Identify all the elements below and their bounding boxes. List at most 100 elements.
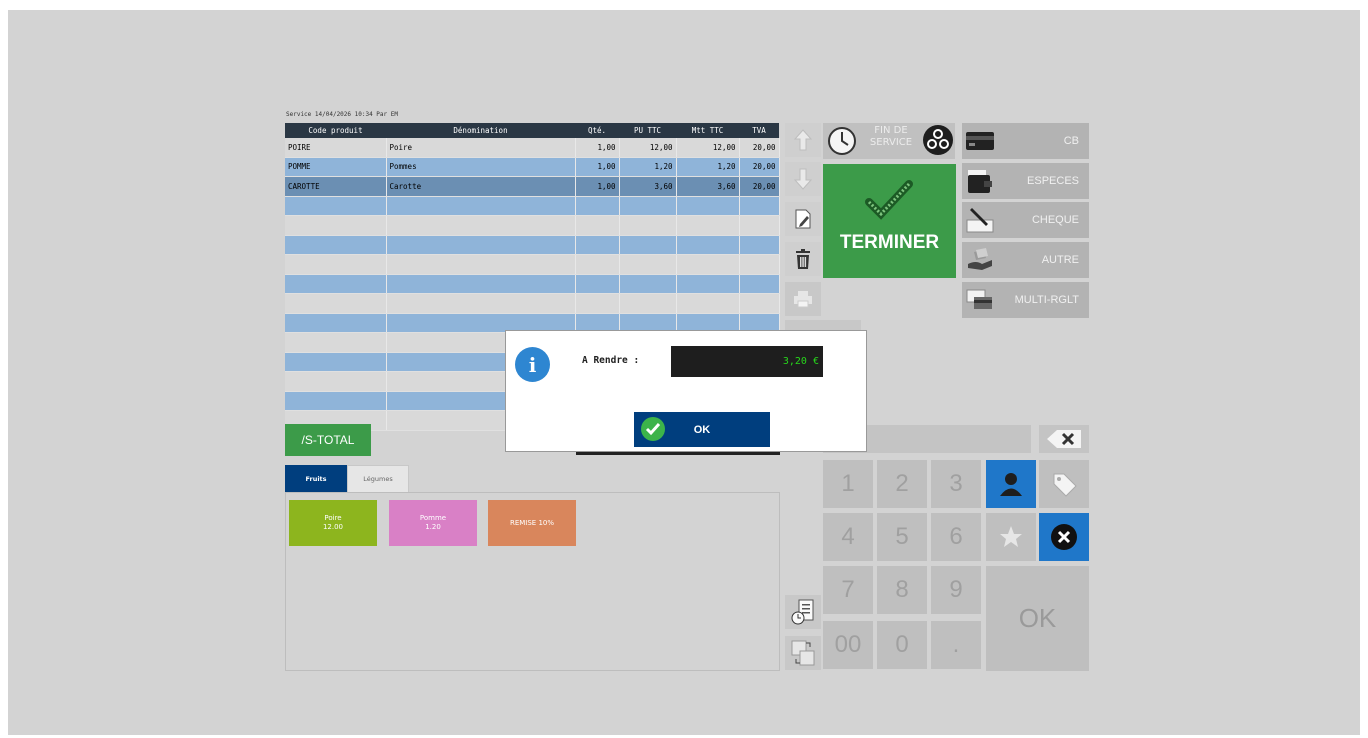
product-name: REMISE 10% bbox=[509, 518, 555, 527]
discount-tag-button[interactable] bbox=[1039, 460, 1089, 508]
scroll-up-button[interactable] bbox=[785, 123, 821, 157]
empty-cell bbox=[739, 254, 780, 275]
key-00[interactable]: 00 bbox=[823, 621, 873, 669]
clock-icon bbox=[828, 127, 856, 155]
pay-multi-label: MULTI-RGLT bbox=[1014, 294, 1079, 306]
print-button[interactable] bbox=[785, 282, 821, 316]
cell-pu: 3,60 bbox=[619, 176, 677, 197]
product-button-remise[interactable]: REMISE 10% bbox=[488, 500, 576, 546]
product-price: 12.00 bbox=[322, 523, 344, 531]
empty-cell bbox=[285, 215, 387, 236]
key-2[interactable]: 2 bbox=[877, 460, 927, 508]
favorite-button[interactable] bbox=[986, 513, 1036, 561]
empty-cell bbox=[739, 274, 780, 294]
pay-cheque-button[interactable]: CHEQUE bbox=[962, 202, 1089, 238]
empty-cell bbox=[285, 371, 387, 392]
cell-pu: 12,00 bbox=[619, 138, 677, 158]
col-tva: TVA bbox=[739, 123, 779, 138]
pay-autre-button[interactable]: AUTRE bbox=[962, 242, 1089, 278]
key-5[interactable]: 5 bbox=[877, 513, 927, 561]
edit-document-icon bbox=[795, 209, 811, 229]
key-1[interactable]: 1 bbox=[823, 460, 873, 508]
empty-cell bbox=[739, 196, 780, 216]
terminer-label: TERMINER bbox=[839, 232, 940, 253]
empty-cell bbox=[285, 332, 387, 353]
key-7[interactable]: 7 bbox=[823, 566, 873, 614]
tab-legumes[interactable]: Légumes bbox=[347, 465, 409, 493]
backspace-icon bbox=[1047, 430, 1081, 448]
transfer-icon bbox=[791, 640, 815, 666]
transfer-button[interactable] bbox=[785, 636, 821, 670]
dialog-ok-label: OK bbox=[693, 423, 711, 436]
empty-cell bbox=[285, 293, 387, 314]
empty-cell bbox=[676, 196, 740, 216]
info-icon: i bbox=[515, 347, 550, 382]
check-circle-icon bbox=[641, 417, 665, 441]
empty-cell bbox=[285, 313, 387, 333]
end-service-label: FIN DE SERVICE bbox=[869, 125, 913, 148]
table-row[interactable]: POMME Pommes 1,00 1,20 1,20 20,00 bbox=[285, 157, 780, 177]
key-4[interactable]: 4 bbox=[823, 513, 873, 561]
history-button[interactable] bbox=[785, 595, 821, 629]
customer-button[interactable] bbox=[986, 460, 1036, 508]
key-3[interactable]: 3 bbox=[931, 460, 981, 508]
card-icon bbox=[966, 132, 994, 150]
change-amount: 3,20 € bbox=[671, 346, 823, 377]
tab-fruits[interactable]: Fruits bbox=[285, 465, 347, 493]
key-9[interactable]: 9 bbox=[931, 566, 981, 614]
arrow-up-icon bbox=[794, 129, 812, 151]
table-row[interactable]: CAROTTE Carotte 1,00 3,60 3,60 20,00 bbox=[285, 176, 780, 197]
product-button-pomme[interactable]: Pomme 1.20 bbox=[389, 500, 477, 546]
close-circle-icon bbox=[1051, 524, 1077, 550]
key-0[interactable]: 0 bbox=[877, 621, 927, 669]
empty-cell bbox=[386, 274, 576, 294]
col-pu: PU TTC bbox=[619, 123, 676, 138]
col-code: Code produit bbox=[285, 123, 386, 138]
empty-row bbox=[285, 274, 780, 294]
product-button-poire[interactable]: Poire 12.00 bbox=[289, 500, 377, 546]
key-decimal[interactable]: . bbox=[931, 621, 981, 669]
cell-qty: 1,00 bbox=[575, 157, 620, 177]
edit-line-button[interactable] bbox=[785, 202, 821, 236]
scroll-down-button[interactable] bbox=[785, 162, 821, 196]
empty-cell bbox=[619, 274, 677, 294]
tag-icon bbox=[1053, 473, 1077, 497]
keypad-ok-button[interactable]: OK bbox=[986, 566, 1089, 671]
cell-qty: 1,00 bbox=[575, 138, 620, 158]
cell-tva: 20,00 bbox=[739, 176, 780, 197]
pay-especes-button[interactable]: ESPECES bbox=[962, 163, 1089, 199]
empty-cell bbox=[676, 235, 740, 255]
pay-cheque-label: CHEQUE bbox=[1031, 214, 1079, 226]
empty-cell bbox=[575, 196, 620, 216]
empty-cell bbox=[619, 215, 677, 236]
empty-cell bbox=[285, 391, 387, 411]
empty-row bbox=[285, 196, 780, 216]
total-bar bbox=[576, 452, 780, 455]
ticket-history-icon bbox=[791, 599, 814, 625]
backspace-button[interactable] bbox=[1039, 425, 1089, 453]
subtotal-button[interactable]: /S-TOTAL bbox=[285, 424, 371, 456]
dialog-ok-button[interactable]: OK bbox=[634, 412, 770, 447]
printer-icon bbox=[794, 291, 812, 308]
empty-cell bbox=[739, 293, 780, 314]
network-share-icon[interactable] bbox=[922, 124, 954, 156]
user-icon bbox=[1000, 473, 1022, 496]
terminer-button[interactable]: TERMINER bbox=[823, 164, 956, 278]
table-row[interactable]: POIRE Poire 1,00 12,00 12,00 20,00 bbox=[285, 138, 780, 158]
empty-row bbox=[285, 235, 780, 255]
cell-name: Pommes bbox=[386, 157, 576, 177]
key-8[interactable]: 8 bbox=[877, 566, 927, 614]
pay-cb-button[interactable]: CB bbox=[962, 123, 1089, 159]
cell-mtt: 1,20 bbox=[676, 157, 740, 177]
empty-row bbox=[285, 254, 780, 275]
empty-cell bbox=[386, 235, 576, 255]
empty-cell bbox=[575, 235, 620, 255]
pay-multi-button[interactable]: MULTI-RGLT bbox=[962, 282, 1089, 318]
key-6[interactable]: 6 bbox=[931, 513, 981, 561]
empty-cell bbox=[575, 274, 620, 294]
empty-cell bbox=[676, 274, 740, 294]
delete-line-button[interactable] bbox=[785, 242, 821, 276]
col-qty: Qté. bbox=[575, 123, 619, 138]
cancel-ticket-button[interactable] bbox=[1039, 513, 1089, 561]
multi-payment-icon bbox=[966, 289, 992, 309]
